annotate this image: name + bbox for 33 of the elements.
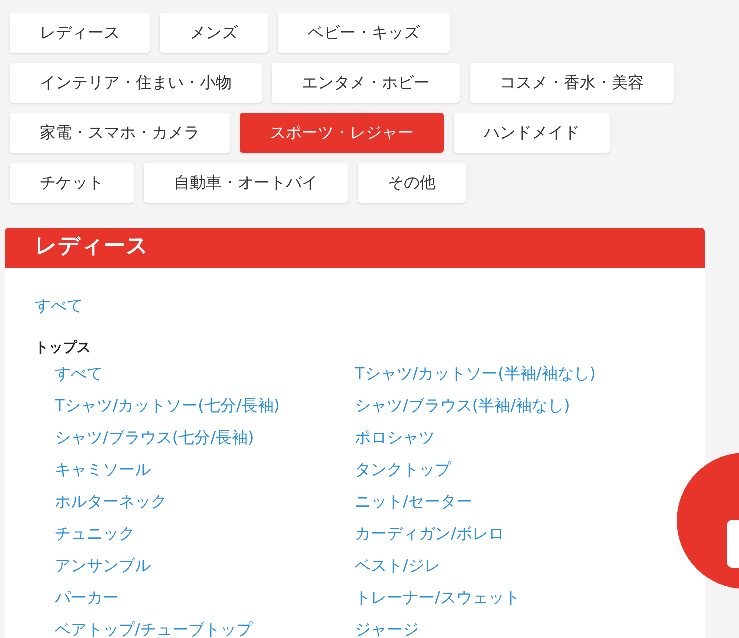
category-tab[interactable]: コスメ・香水・美容: [470, 63, 674, 103]
all-link[interactable]: すべて: [35, 296, 83, 315]
category-link[interactable]: カーディガン/ボレロ: [355, 524, 504, 543]
category-link[interactable]: キャミソール: [55, 460, 151, 479]
category-tab[interactable]: ハンドメイド: [454, 113, 610, 153]
panel-title: レディース: [5, 228, 705, 268]
category-tab[interactable]: スポーツ・レジャー: [240, 113, 444, 153]
category-link[interactable]: タンクトップ: [355, 460, 451, 479]
category-link[interactable]: トレーナー/スウェット: [355, 588, 520, 607]
category-tab[interactable]: 家電・スマホ・カメラ: [10, 113, 230, 153]
category-link[interactable]: Tシャツ/カットソー(七分/長袖): [55, 396, 280, 415]
category-tab[interactable]: レディース: [10, 13, 150, 53]
category-link[interactable]: シャツ/ブラウス(七分/長袖): [55, 428, 254, 447]
category-link[interactable]: チュニック: [55, 524, 135, 543]
category-tab[interactable]: ベビー・キッズ: [278, 13, 450, 53]
category-link[interactable]: シャツ/ブラウス(半袖/袖なし): [355, 396, 570, 415]
category-link[interactable]: ホルターネック: [55, 492, 167, 511]
category-link[interactable]: ジャージ: [355, 620, 419, 638]
category-link[interactable]: ポロシャツ: [355, 428, 435, 447]
category-tab[interactable]: インテリア・住まい・小物: [10, 63, 262, 103]
group-heading: トップス: [35, 339, 92, 357]
category-tab[interactable]: 自動車・オートバイ: [144, 163, 348, 203]
category-tab[interactable]: その他: [358, 163, 466, 203]
category-link[interactable]: ベスト/ジレ: [355, 556, 440, 575]
category-link[interactable]: パーカー: [55, 588, 119, 607]
category-tab[interactable]: メンズ: [160, 13, 268, 53]
category-link[interactable]: ベアトップ/チューブトップ: [55, 620, 252, 638]
category-link[interactable]: ニット/セーター: [355, 492, 472, 511]
category-link[interactable]: Tシャツ/カットソー(半袖/袖なし): [355, 364, 596, 383]
category-link[interactable]: すべて: [55, 364, 103, 383]
category-link[interactable]: アンサンブル: [55, 556, 151, 575]
category-tab[interactable]: チケット: [10, 163, 134, 203]
category-tab[interactable]: エンタメ・ホビー: [272, 63, 460, 103]
